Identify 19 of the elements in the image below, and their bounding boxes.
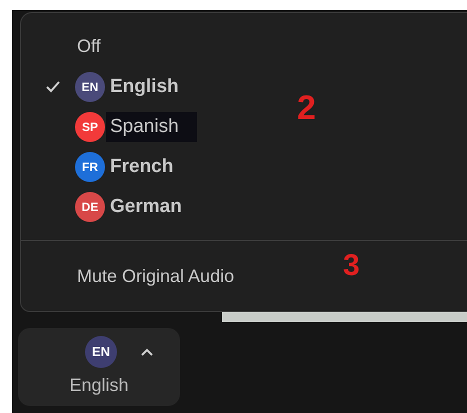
language-item[interactable]: FR French bbox=[21, 152, 467, 182]
language-badge: DE bbox=[75, 192, 105, 222]
language-label: Spanish bbox=[106, 112, 197, 142]
annotation-number: 2 bbox=[297, 88, 316, 129]
off-item[interactable]: Off bbox=[77, 36, 101, 56]
language-label: French bbox=[110, 154, 174, 179]
caret-up-icon bbox=[141, 348, 153, 356]
language-badge: EN bbox=[85, 336, 117, 368]
language-badge: SP bbox=[75, 112, 105, 142]
annotation-number: 3 bbox=[343, 248, 360, 284]
language-button[interactable]: EN English bbox=[18, 328, 180, 406]
mute-original-audio-item[interactable]: Mute Original Audio bbox=[77, 266, 234, 286]
check-icon bbox=[45, 80, 61, 94]
language-button-label: English bbox=[69, 374, 129, 397]
language-label: German bbox=[110, 194, 182, 219]
language-item[interactable]: DE German bbox=[21, 192, 467, 222]
language-badge: FR bbox=[75, 152, 105, 182]
language-badge: EN bbox=[75, 72, 105, 102]
language-label: English bbox=[110, 74, 179, 99]
